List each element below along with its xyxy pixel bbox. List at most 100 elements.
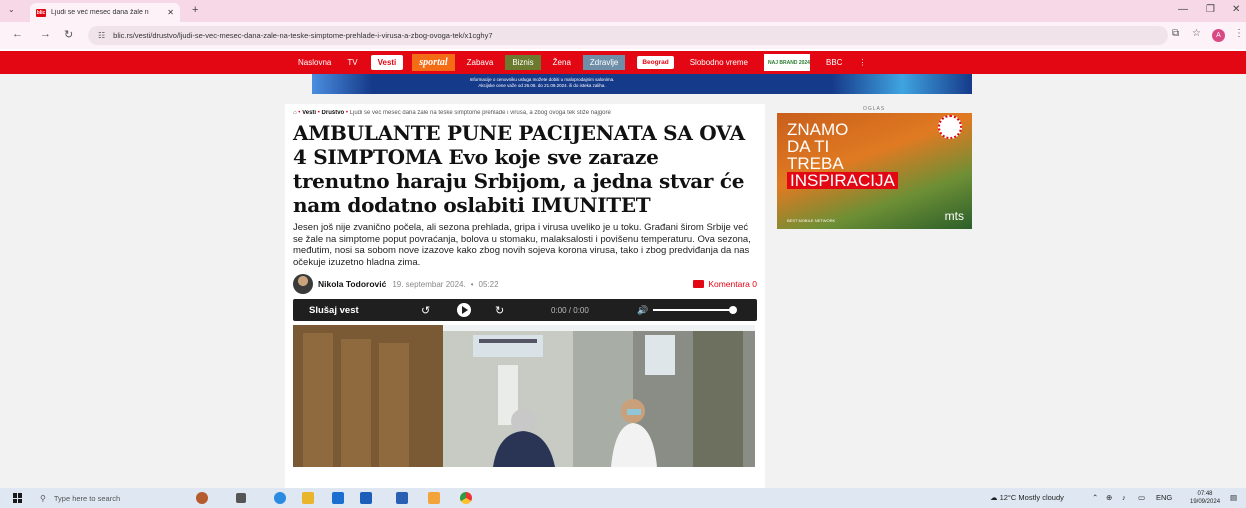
article: ⌂ • Vesti • Društvo • Ljudi se već mesec… bbox=[285, 104, 765, 488]
speaker-icon[interactable]: ♪ bbox=[1122, 493, 1126, 502]
cortana-character-icon[interactable] bbox=[196, 492, 208, 504]
audio-player: Slušaj vest ↺ ↻ 0:00 / 0:00 🔊 bbox=[293, 299, 757, 321]
word-icon[interactable] bbox=[396, 492, 408, 504]
site-navigation-bar: Naslovna TV Vesti sportal Zabava Biznis … bbox=[0, 51, 1246, 74]
top-ad-banner[interactable]: Informacije o cenovniku usluga možete do… bbox=[312, 74, 972, 94]
nav-zabava[interactable]: Zabava bbox=[459, 58, 502, 67]
back-icon[interactable]: ← bbox=[12, 28, 23, 40]
notifications-icon[interactable]: ▤ bbox=[1230, 493, 1237, 502]
breadcrumb-subsection[interactable]: Društvo bbox=[322, 110, 345, 116]
file-explorer-icon[interactable] bbox=[302, 492, 314, 504]
ad-label: OGLAS bbox=[863, 106, 886, 112]
battery-icon[interactable]: ▭ bbox=[1138, 493, 1145, 502]
comments-count: Komentara 0 bbox=[708, 279, 757, 289]
tab-search-icon[interactable]: ⌄ bbox=[8, 5, 15, 14]
browser-tab-strip: ⌄ blic Ljudi se već mesec dana žale n ✕ … bbox=[0, 0, 1246, 22]
profile-avatar[interactable]: A bbox=[1212, 29, 1225, 42]
volume-knob[interactable] bbox=[729, 306, 737, 314]
nav-naslovna[interactable]: Naslovna bbox=[290, 58, 339, 67]
article-headline: AMBULANTE PUNE PACIJENATA SA OVA 4 SIMPT… bbox=[293, 121, 745, 217]
nav-vesti[interactable]: Vesti bbox=[370, 55, 404, 70]
browser-menu-icon[interactable]: ⋮ bbox=[1234, 28, 1244, 39]
tray-chevron-icon[interactable]: ⌃ bbox=[1092, 493, 1098, 502]
nav-slobodno-vreme[interactable]: Slobodno vreme bbox=[682, 58, 756, 67]
banner-glow-right bbox=[832, 74, 972, 94]
store-icon[interactable] bbox=[332, 492, 344, 504]
banner-glow-left bbox=[312, 74, 372, 94]
banner-line-2: Akcijske cene važe od 26.08. do 21.09.20… bbox=[478, 83, 606, 88]
windows-taskbar: ⚲ Type here to search ☁ 12°C Mostly clou… bbox=[0, 488, 1246, 508]
play-icon[interactable] bbox=[457, 303, 471, 317]
ad-line-3: TREBA bbox=[787, 154, 844, 173]
mail-icon[interactable] bbox=[360, 492, 372, 504]
windows-start-icon[interactable] bbox=[13, 493, 23, 503]
nav-more-icon[interactable]: ⋮ bbox=[850, 58, 874, 67]
taskbar-clock[interactable]: 07:48 19/09/2024 bbox=[1190, 490, 1220, 506]
tab-close-icon[interactable]: ✕ bbox=[167, 8, 174, 17]
task-view-icon[interactable] bbox=[236, 493, 246, 503]
volume-slider[interactable] bbox=[653, 309, 733, 311]
restore-icon[interactable]: ❐ bbox=[1206, 4, 1215, 15]
banner-text: Informacije o cenovniku usluga možete do… bbox=[392, 77, 692, 89]
search-icon: ⚲ bbox=[40, 493, 46, 503]
breadcrumb: ⌂ • Vesti • Društvo • Ljudi se već mesec… bbox=[293, 110, 611, 116]
reload-icon[interactable]: ↻ bbox=[64, 28, 73, 41]
nav-tv[interactable]: TV bbox=[339, 58, 365, 67]
new-tab-button[interactable]: + bbox=[192, 4, 198, 16]
nav-zena[interactable]: Žena bbox=[545, 58, 579, 67]
publish-date: 19. septembar 2024. bbox=[392, 279, 466, 289]
folder-icon[interactable] bbox=[428, 492, 440, 504]
rewind-15-icon[interactable]: ↺ bbox=[421, 304, 430, 317]
comment-icon bbox=[693, 280, 705, 288]
nav-naj-brand[interactable]: NAJ BRAND 2024 bbox=[763, 54, 810, 71]
breadcrumb-current: Ljudi se već mesec dana žale na teške si… bbox=[349, 110, 611, 116]
breadcrumb-section[interactable]: Vesti bbox=[302, 110, 316, 116]
search-placeholder: Type here to search bbox=[53, 493, 121, 503]
site-info-icon[interactable]: ☷ bbox=[98, 31, 105, 40]
network-icon[interactable]: ⊕ bbox=[1106, 493, 1112, 502]
article-photo[interactable] bbox=[293, 325, 755, 467]
publish-time: 05:22 bbox=[478, 279, 499, 289]
nav-biznis[interactable]: Biznis bbox=[505, 55, 541, 70]
chrome-icon[interactable] bbox=[460, 492, 472, 504]
tab-title: Ljudi se već mesec dana žale n bbox=[51, 9, 149, 16]
forward-15-icon[interactable]: ↻ bbox=[495, 304, 504, 317]
close-window-icon[interactable]: ✕ bbox=[1232, 4, 1240, 15]
page-background-left bbox=[0, 74, 312, 488]
ad-small-text: BEST MOBILE NETWORK bbox=[787, 218, 836, 223]
clock-time: 07:48 bbox=[1197, 491, 1213, 497]
comments-link[interactable]: Komentara 0 bbox=[693, 279, 757, 289]
sidebar-ad[interactable]: ZNAMO DA TI TREBA INSPIRACIJA BEST MOBIL… bbox=[777, 113, 972, 229]
browser-tab[interactable]: blic Ljudi se već mesec dana žale n ✕ bbox=[30, 3, 180, 22]
page-background-right bbox=[972, 74, 1246, 488]
taskbar-search[interactable]: ⚲ Type here to search bbox=[40, 490, 190, 506]
article-lead: Jesen još nije zvanično počela, ali sezo… bbox=[293, 222, 751, 268]
weather-widget[interactable]: ☁ 12°C Mostly cloudy bbox=[990, 493, 1064, 502]
clock-date: 19/09/2024 bbox=[1190, 499, 1221, 505]
volume-icon[interactable]: 🔊 bbox=[637, 305, 648, 316]
forward-icon[interactable]: → bbox=[40, 28, 51, 40]
install-app-icon[interactable]: ⧉ bbox=[1172, 28, 1179, 39]
ad-text: ZNAMO DA TI TREBA INSPIRACIJA bbox=[787, 121, 898, 189]
ad-badge-icon bbox=[938, 115, 962, 139]
mts-logo: mts bbox=[944, 209, 964, 223]
ad-line-4: INSPIRACIJA bbox=[787, 172, 898, 189]
browser-toolbar: ← → ↻ ☷ blic.rs/vesti/drustvo/ljudi-se-v… bbox=[0, 22, 1246, 49]
home-icon[interactable]: ⌂ bbox=[293, 110, 297, 116]
nav-sportal[interactable]: sportal bbox=[412, 54, 455, 71]
author-name[interactable]: Nikola Todorović bbox=[318, 279, 386, 289]
bookmark-star-icon[interactable]: ☆ bbox=[1192, 28, 1201, 39]
address-bar[interactable]: ☷ blic.rs/vesti/drustvo/ljudi-se-vec-mes… bbox=[88, 26, 1168, 45]
language-indicator[interactable]: ENG bbox=[1156, 493, 1172, 502]
ad-line-2: DA TI bbox=[787, 137, 830, 156]
minimize-icon[interactable]: — bbox=[1178, 4, 1188, 15]
edge-icon[interactable] bbox=[274, 492, 286, 504]
hospital-corridor-image bbox=[293, 325, 755, 467]
nav-zdravlje[interactable]: Zdravlje bbox=[582, 55, 626, 70]
ad-line-1: ZNAMO bbox=[787, 120, 849, 139]
blic-favicon: blic bbox=[36, 8, 46, 17]
nav-beograd[interactable]: Beograd bbox=[637, 56, 674, 69]
listen-title: Slušaj vest bbox=[309, 304, 359, 316]
byline: Nikola Todorović 19. septembar 2024. • 0… bbox=[293, 274, 757, 294]
nav-bbc[interactable]: BBC bbox=[818, 58, 850, 67]
